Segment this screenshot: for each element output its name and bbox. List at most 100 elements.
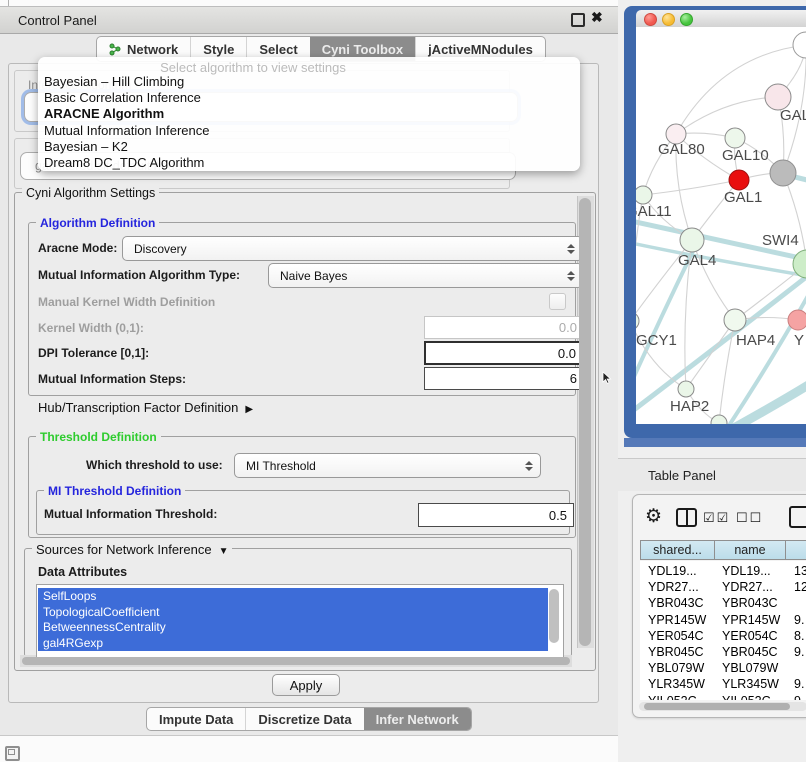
data-attribute-item[interactable]: BetweennessCentrality bbox=[38, 620, 548, 636]
algorithm-option[interactable]: Mutual Information Inference bbox=[44, 123, 209, 139]
data-attribute-item[interactable]: gal4RGexp bbox=[38, 635, 548, 651]
cyni-algorithm-settings-title: Cyni Algorithm Settings bbox=[22, 186, 159, 200]
bottom-tabbar: Impute DataDiscretize Data Infer Network bbox=[146, 707, 472, 731]
network-node-topcircle[interactable] bbox=[793, 32, 806, 58]
network-graph: GALGAL80GAL10GAL1GAL11GAL4SWI4GCY1HAP4YH… bbox=[636, 27, 806, 424]
network-icon bbox=[109, 43, 122, 56]
network-node-label: Y bbox=[794, 332, 804, 349]
table-cell: YBR043C bbox=[648, 595, 720, 611]
expander-down-icon: ▼ bbox=[219, 546, 229, 557]
column-header-partial[interactable] bbox=[785, 540, 806, 560]
data-attribute-item[interactable]: SelfLoops bbox=[38, 588, 548, 604]
mi-threshold-group-title: MI Threshold Definition bbox=[44, 484, 185, 498]
minimized-panel-icon[interactable] bbox=[5, 746, 20, 761]
table-cell: YBR043C bbox=[722, 595, 792, 611]
tab-infer-network[interactable]: Infer Network bbox=[364, 708, 471, 730]
algorithm-option[interactable]: Dream8 DC_TDC Algorithm bbox=[44, 155, 209, 171]
network-window-titlebar[interactable] bbox=[636, 10, 806, 28]
tab-discretize-data[interactable]: Discretize Data bbox=[245, 708, 363, 730]
tab-impute-data[interactable]: Impute Data bbox=[147, 708, 245, 730]
network-canvas[interactable]: GALGAL80GAL10GAL1GAL11GAL4SWI4GCY1HAP4YH… bbox=[636, 27, 806, 424]
table-row[interactable]: YIL052CYIL052C9 bbox=[640, 693, 806, 700]
data-attribute-item[interactable]: TopologicalCoefficient bbox=[38, 604, 548, 620]
table-panel-header: Table Panel bbox=[618, 458, 806, 491]
close-panel-icon[interactable]: ✖ bbox=[591, 9, 603, 26]
algorithm-option[interactable]: ARACNE Algorithm bbox=[44, 106, 209, 122]
table-row[interactable]: YLR345WYLR345W9. bbox=[640, 676, 806, 692]
network-node-gray[interactable] bbox=[770, 160, 796, 186]
tab-label: Style bbox=[203, 42, 234, 57]
minimize-button[interactable] bbox=[662, 13, 675, 26]
algorithm-option[interactable]: Bayesian – K2 bbox=[44, 139, 209, 155]
zoom-button[interactable] bbox=[680, 13, 693, 26]
settings-vertical-scrollbar-thumb[interactable] bbox=[579, 198, 591, 646]
float-panel-icon[interactable] bbox=[571, 13, 585, 27]
network-node-gal11[interactable] bbox=[636, 186, 652, 204]
column-header-shared[interactable]: shared... bbox=[640, 540, 715, 560]
sources-group-title[interactable]: Sources for Network Inference▼ bbox=[32, 542, 232, 557]
dpi-tolerance-field[interactable]: 0.0 bbox=[424, 341, 584, 365]
hub-definition-expander[interactable]: Hub/Transcription Factor Definition▶ bbox=[38, 400, 253, 415]
tab-label: Infer Network bbox=[376, 712, 459, 727]
network-node-gal1[interactable] bbox=[729, 170, 749, 190]
table-cell: YPR145W bbox=[648, 612, 720, 628]
algorithm-option[interactable]: Basic Correlation Inference bbox=[44, 90, 209, 106]
network-node-gcy1[interactable] bbox=[636, 312, 639, 330]
network-node-hap4[interactable] bbox=[724, 309, 746, 331]
table-cell bbox=[794, 660, 806, 676]
gear-icon[interactable]: ⚙ bbox=[645, 505, 662, 528]
network-node-gal10[interactable] bbox=[725, 128, 745, 148]
data-attributes-items: SelfLoopsTopologicalCoefficientBetweenne… bbox=[38, 588, 548, 651]
function-icon[interactable] bbox=[789, 506, 806, 528]
network-edge[interactable] bbox=[676, 97, 778, 134]
close-button[interactable] bbox=[644, 13, 657, 26]
mi-threshold-field[interactable]: 0.5 bbox=[418, 503, 574, 527]
kernel-width-field[interactable]: 0.0 bbox=[424, 316, 584, 339]
algorithm-option[interactable]: Bayesian – Hill Climbing bbox=[44, 74, 209, 90]
table-cell: YBL079W bbox=[648, 660, 720, 676]
table-cell: YBR045C bbox=[722, 644, 792, 660]
attributes-list-scrollbar-thumb[interactable] bbox=[549, 589, 559, 643]
table-cell: YLR345W bbox=[722, 676, 792, 692]
mi-type-combo[interactable]: Naive Bayes bbox=[268, 263, 583, 288]
table-row[interactable]: YPR145WYPR145W9. bbox=[640, 612, 806, 628]
network-node-bottom[interactable] bbox=[711, 415, 727, 424]
manual-kernel-checkbox[interactable] bbox=[549, 293, 566, 310]
settings-horizontal-scrollbar-thumb[interactable] bbox=[22, 657, 570, 665]
table-row[interactable]: YER054CYER054C8. bbox=[640, 628, 806, 644]
column-header-name[interactable]: name bbox=[714, 540, 786, 560]
network-node-gal4[interactable] bbox=[680, 228, 704, 252]
table-horizontal-scrollbar-thumb[interactable] bbox=[644, 703, 790, 710]
table-cell: YLR345W bbox=[648, 676, 720, 692]
data-attributes-list[interactable]: SelfLoopsTopologicalCoefficientBetweenne… bbox=[36, 584, 564, 658]
select-all-icon[interactable]: ☑☑ bbox=[703, 510, 730, 526]
threshold-definition-title: Threshold Definition bbox=[36, 430, 161, 444]
table-row[interactable]: YDR27...YDR27...12 bbox=[640, 579, 806, 595]
table-body[interactable]: YDL19...YDL19...13YDR27...YDR27...12YBR0… bbox=[640, 561, 806, 700]
table-row[interactable]: YBR043CYBR043C bbox=[640, 595, 806, 611]
table-row[interactable]: YDL19...YDL19...13 bbox=[640, 563, 806, 579]
network-node-y[interactable] bbox=[788, 310, 806, 330]
mi-threshold-label: Mutual Information Threshold: bbox=[44, 507, 217, 521]
table-cell: 8. bbox=[794, 628, 806, 644]
table-row[interactable]: YBR045CYBR045C9. bbox=[640, 644, 806, 660]
aracne-mode-combo[interactable]: Discovery bbox=[122, 236, 583, 261]
network-node-hap2[interactable] bbox=[678, 381, 694, 397]
combo-spinner-icon bbox=[525, 461, 533, 471]
network-edge[interactable] bbox=[686, 320, 735, 389]
deselect-all-icon[interactable]: ☐☐ bbox=[736, 510, 763, 526]
table-cell: 9. bbox=[794, 612, 806, 628]
columns-icon[interactable] bbox=[676, 508, 697, 527]
network-node-label: GAL11 bbox=[636, 203, 672, 220]
which-threshold-combo[interactable]: MI Threshold bbox=[234, 453, 541, 478]
mi-steps-field[interactable]: 6 bbox=[424, 367, 584, 390]
network-node-label: HAP2 bbox=[670, 398, 709, 415]
apply-button[interactable]: Apply bbox=[272, 674, 340, 696]
table-cell: YDR27... bbox=[648, 579, 720, 595]
table-cell: YER054C bbox=[722, 628, 792, 644]
algorithm-dropdown: Select algorithm to view settings Bayesi… bbox=[38, 57, 580, 171]
table-cell: 13 bbox=[794, 563, 806, 579]
tab-label: Cyni Toolbox bbox=[322, 42, 403, 57]
table-panel-title: Table Panel bbox=[648, 468, 716, 483]
table-row[interactable]: YBL079WYBL079W bbox=[640, 660, 806, 676]
